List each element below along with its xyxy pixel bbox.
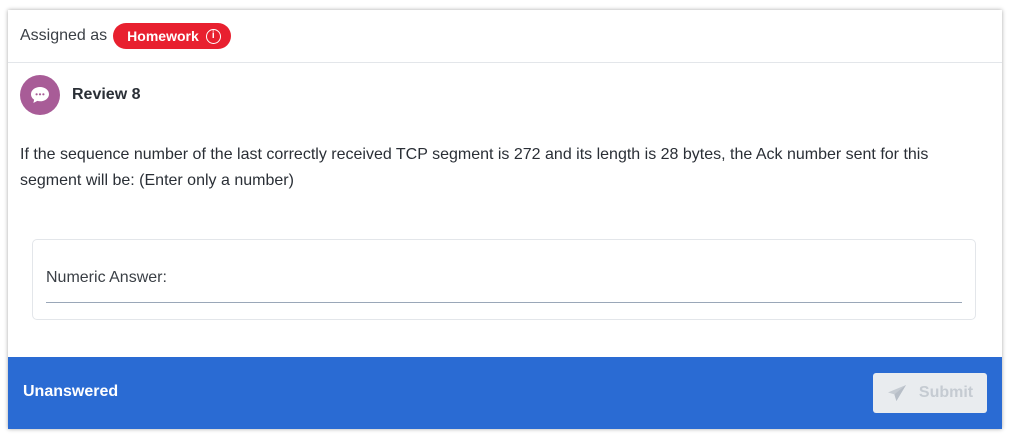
homework-badge[interactable]: Homework i — [113, 23, 231, 49]
answer-box: Numeric Answer: — [32, 239, 976, 320]
numeric-answer-input[interactable] — [46, 268, 962, 303]
assignment-bar: Assigned as Homework i — [8, 10, 1002, 63]
question-text: If the sequence number of the last corre… — [20, 146, 929, 189]
answer-status: Unanswered — [23, 383, 119, 400]
submit-button[interactable]: Submit — [873, 373, 987, 413]
footer-bar: Unanswered Submit — [8, 357, 1002, 429]
review-title: Review 8 — [72, 86, 141, 103]
question-card: Assigned as Homework i Review 8 If the s… — [8, 10, 1002, 429]
submit-button-label: Submit — [918, 384, 974, 401]
chat-bubble-icon — [20, 75, 60, 115]
homework-badge-label: Homework — [127, 28, 199, 44]
review-header: Review 8 — [8, 63, 1002, 127]
assigned-as-label: Assigned as — [20, 27, 108, 44]
paper-plane-icon — [887, 385, 906, 401]
info-icon[interactable]: i — [205, 28, 221, 44]
